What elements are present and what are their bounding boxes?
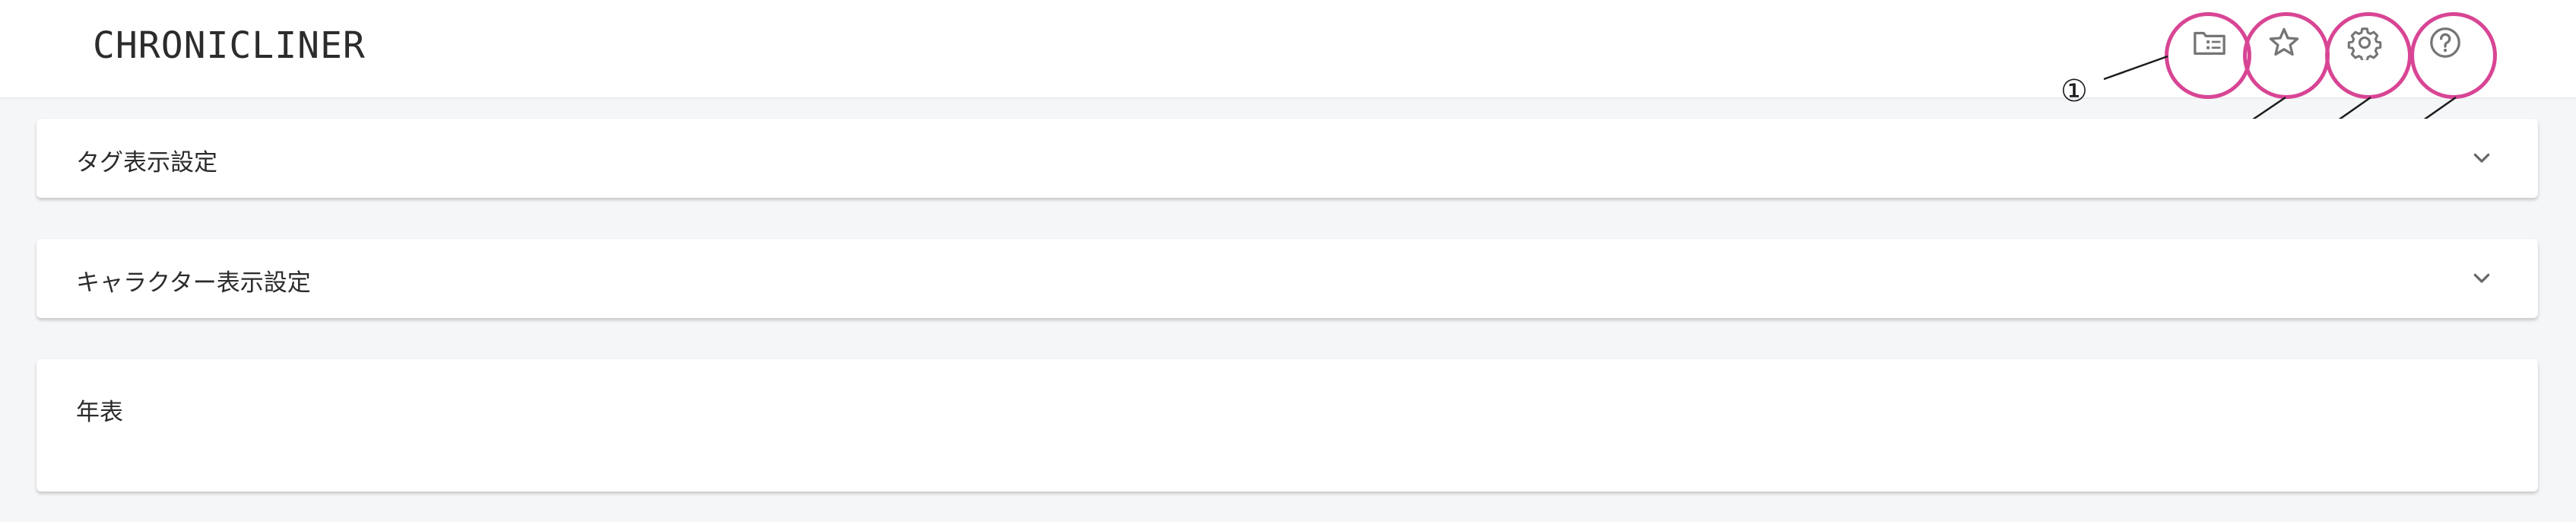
character-display-settings-title: キャラクター表示設定 [76,269,311,297]
star-icon [2269,27,2299,56]
favorite-button[interactable] [2257,15,2311,70]
callout-number-1: ① [2060,74,2088,109]
timeline-panel: 年表 [36,359,2538,492]
help-button[interactable] [2418,15,2473,70]
folder-list-button[interactable] [2182,15,2237,70]
folder-list-icon [2194,31,2225,56]
timeline-title: 年表 [76,399,123,426]
app-logo[interactable]: CHRONICLINER [93,18,366,73]
character-display-settings-panel[interactable]: キャラクター表示設定 [36,239,2538,318]
tag-display-settings-panel[interactable]: タグ表示設定 [36,119,2538,198]
settings-button[interactable] [2337,15,2392,70]
chevron-down-icon[interactable] [2470,266,2494,291]
tag-display-settings-title: タグ表示設定 [76,149,217,177]
help-icon [2430,27,2460,58]
app-header: CHRONICLINER [0,0,2576,99]
gear-icon [2347,27,2382,60]
chevron-down-icon[interactable] [2470,146,2494,170]
